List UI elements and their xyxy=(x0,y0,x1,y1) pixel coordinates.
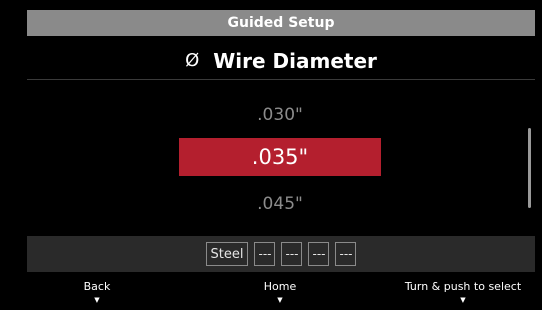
select-button[interactable]: Turn & push to select ▼ xyxy=(405,280,521,304)
summary-chip-3: --- xyxy=(281,242,303,266)
chevron-down-icon: ▼ xyxy=(277,296,283,304)
option-030[interactable]: .030" xyxy=(179,96,381,134)
option-035-selected[interactable]: .035" xyxy=(179,138,381,176)
summary-chip-2: --- xyxy=(254,242,276,266)
header-bar: Guided Setup xyxy=(27,10,535,36)
chevron-down-icon: ▼ xyxy=(460,296,466,304)
summary-chip-material: Steel xyxy=(205,242,249,266)
title-divider xyxy=(27,79,535,80)
settings-summary-bar: Steel --- --- --- --- xyxy=(27,236,535,272)
option-label: .030" xyxy=(257,105,303,125)
summary-chip-5: --- xyxy=(335,242,357,266)
option-label: .035" xyxy=(251,145,309,169)
summary-chip-4: --- xyxy=(308,242,330,266)
option-label: .045" xyxy=(257,194,303,214)
page-title: Wire Diameter xyxy=(213,49,377,73)
option-045[interactable]: .045" xyxy=(179,185,381,223)
back-label: Back xyxy=(83,280,111,293)
screen-title-row: Ø Wire Diameter xyxy=(27,44,535,78)
chevron-down-icon: ▼ xyxy=(94,296,100,304)
header-title: Guided Setup xyxy=(227,15,335,31)
back-button[interactable]: Back ▼ xyxy=(84,280,111,304)
footer: Back ▼ Home ▼ Turn & push to select ▼ xyxy=(0,280,542,310)
diameter-icon: Ø xyxy=(185,50,200,71)
select-label: Turn & push to select xyxy=(404,280,522,293)
home-button[interactable]: Home ▼ xyxy=(264,280,296,304)
home-label: Home xyxy=(263,280,297,293)
scrollbar[interactable] xyxy=(528,128,531,208)
